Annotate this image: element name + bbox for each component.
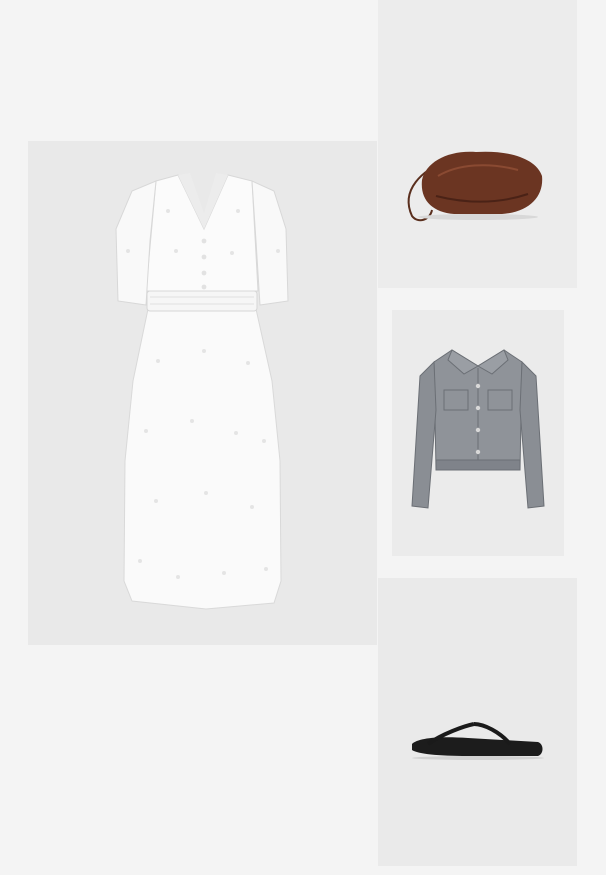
- brown-gathered-clutch-bag-icon: [407, 151, 543, 222]
- black-leather-flip-flop-sandal-icon: [412, 722, 544, 760]
- white-eyelet-midi-dress-icon: [115, 173, 289, 610]
- grey-denim-cropped-jacket-icon: [411, 349, 545, 509]
- product-tile-jacket[interactable]: [392, 310, 564, 556]
- product-tile-bag[interactable]: [378, 0, 577, 288]
- product-tile-dress[interactable]: [28, 141, 377, 645]
- product-tile-sandals[interactable]: [378, 578, 577, 866]
